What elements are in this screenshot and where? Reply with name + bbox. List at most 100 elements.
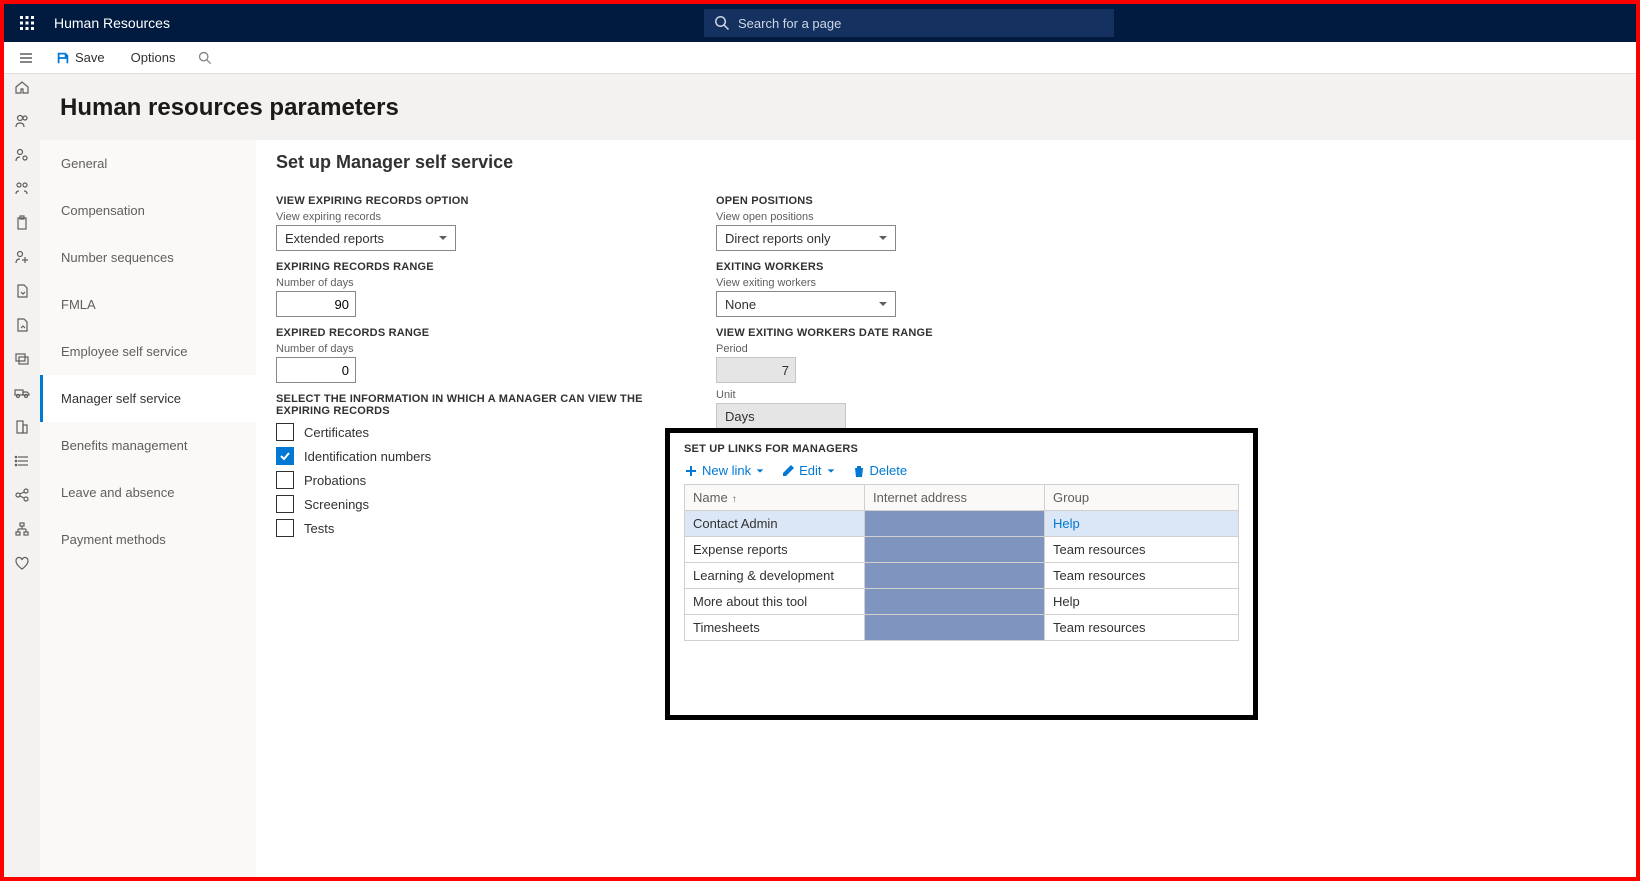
section-view-expiring-option: VIEW EXPIRING RECORDS OPTION (276, 195, 676, 207)
nav-toggle-icon[interactable] (12, 44, 40, 72)
rail-person-plus-icon[interactable] (4, 240, 40, 274)
col-name[interactable]: Name↑ (685, 485, 865, 511)
global-search[interactable] (704, 9, 1114, 37)
cell-name[interactable]: Learning & development (685, 563, 865, 589)
checkbox-box (276, 519, 294, 537)
label-view-expiring-records: View expiring records (276, 211, 676, 223)
checkbox-screenings[interactable]: Screenings (276, 495, 676, 513)
chevron-down-icon (877, 232, 889, 244)
cell-group[interactable]: Help (1045, 511, 1239, 537)
side-tab-manager-self-service[interactable]: Manager self service (40, 375, 256, 422)
cell-name[interactable]: More about this tool (685, 589, 865, 615)
input-expiring-days[interactable] (276, 291, 356, 317)
rail-home-icon[interactable] (4, 70, 40, 104)
rail-clipboard-icon[interactable] (4, 206, 40, 240)
table-row[interactable]: Learning & development Team resources (685, 563, 1239, 589)
select-view-exiting-workers-value: None (725, 297, 756, 312)
rail-heart-icon[interactable] (4, 546, 40, 580)
cell-group[interactable]: Team resources (1045, 563, 1239, 589)
edit-link-button[interactable]: Edit (781, 463, 835, 478)
cell-name[interactable]: Contact Admin (685, 511, 865, 537)
chevron-down-icon (437, 232, 449, 244)
side-tab-compensation[interactable]: Compensation (40, 187, 256, 234)
label-view-open-positions: View open positions (716, 211, 1116, 223)
select-view-open-positions-value: Direct reports only (725, 231, 830, 246)
side-tab-benefits-management[interactable]: Benefits management (40, 422, 256, 469)
trash-icon (852, 464, 866, 478)
plus-icon (684, 464, 698, 478)
table-row[interactable]: Contact Admin Help (685, 511, 1239, 537)
side-tab-leave-and-absence[interactable]: Leave and absence (40, 469, 256, 516)
checkbox-box (276, 471, 294, 489)
col-internet-address[interactable]: Internet address (865, 485, 1045, 511)
rail-doc-in-icon[interactable] (4, 274, 40, 308)
cell-internet-address[interactable] (865, 537, 1045, 563)
panel-heading: Set up Manager self service (276, 152, 1616, 173)
cell-group[interactable]: Team resources (1045, 537, 1239, 563)
page-title: Human resources parameters (40, 70, 1636, 136)
rail-doc-out-icon[interactable] (4, 308, 40, 342)
label-expired-days: Number of days (276, 343, 676, 355)
checkbox-label: Screenings (304, 497, 369, 512)
rail-list-icon[interactable] (4, 444, 40, 478)
table-row[interactable]: Timesheets Team resources (685, 615, 1239, 641)
rail-org-icon[interactable] (4, 172, 40, 206)
search-icon (714, 15, 730, 31)
search-input[interactable] (704, 9, 1114, 37)
links-grid[interactable]: Name↑ Internet address Group Contact Adm… (684, 484, 1239, 641)
select-view-exiting-workers[interactable]: None (716, 291, 896, 317)
table-row[interactable]: More about this tool Help (685, 589, 1239, 615)
rail-person-cog-icon[interactable] (4, 138, 40, 172)
left-column: VIEW EXPIRING RECORDS OPTION View expiri… (276, 185, 676, 543)
rail-building-icon[interactable] (4, 410, 40, 444)
input-period (716, 357, 796, 383)
section-exiting-date-range: VIEW EXITING WORKERS DATE RANGE (716, 327, 1116, 339)
rail-people-icon[interactable] (4, 104, 40, 138)
side-tab-general[interactable]: General (40, 140, 256, 187)
content: GeneralCompensationNumber sequencesFMLAE… (40, 140, 1636, 877)
cell-group[interactable]: Help (1045, 589, 1239, 615)
label-unit: Unit (716, 389, 1116, 401)
section-select-info: SELECT THE INFORMATION IN WHICH A MANAGE… (276, 393, 676, 417)
options-button[interactable]: Options (121, 44, 186, 72)
save-button[interactable]: Save (46, 44, 115, 72)
cell-internet-address[interactable] (865, 615, 1045, 641)
select-view-expiring-records[interactable]: Extended reports (276, 225, 456, 251)
main-panel: Set up Manager self service VIEW EXPIRIN… (256, 140, 1636, 877)
new-link-button[interactable]: New link (684, 463, 765, 478)
edit-icon (781, 464, 795, 478)
rail-share-icon[interactable] (4, 478, 40, 512)
left-rail (4, 70, 40, 580)
select-view-expiring-records-value: Extended reports (285, 231, 384, 246)
cell-internet-address[interactable] (865, 563, 1045, 589)
checkbox-tests[interactable]: Tests (276, 519, 676, 537)
rail-hierarchy-icon[interactable] (4, 512, 40, 546)
rail-cards-icon[interactable] (4, 342, 40, 376)
select-view-open-positions[interactable]: Direct reports only (716, 225, 896, 251)
cell-internet-address[interactable] (865, 511, 1045, 537)
toolbar-search-icon[interactable] (191, 44, 219, 72)
delete-link-label: Delete (870, 463, 908, 478)
side-tab-payment-methods[interactable]: Payment methods (40, 516, 256, 563)
checkbox-probations[interactable]: Probations (276, 471, 676, 489)
side-tab-employee-self-service[interactable]: Employee self service (40, 328, 256, 375)
checkbox-certificates[interactable]: Certificates (276, 423, 676, 441)
cell-name[interactable]: Timesheets (685, 615, 865, 641)
checkbox-box (276, 495, 294, 513)
side-tabs: GeneralCompensationNumber sequencesFMLAE… (40, 140, 256, 877)
delete-link-button[interactable]: Delete (852, 463, 908, 478)
side-tab-fmla[interactable]: FMLA (40, 281, 256, 328)
table-row[interactable]: Expense reports Team resources (685, 537, 1239, 563)
cell-internet-address[interactable] (865, 589, 1045, 615)
checkbox-identification-numbers[interactable]: Identification numbers (276, 447, 676, 465)
side-tab-number-sequences[interactable]: Number sequences (40, 234, 256, 281)
rail-truck-icon[interactable] (4, 376, 40, 410)
links-for-managers-section: SET UP LINKS FOR MANAGERS New link Edit (665, 428, 1258, 720)
input-unit: Days (716, 403, 846, 429)
input-expired-days[interactable] (276, 357, 356, 383)
cell-group[interactable]: Team resources (1045, 615, 1239, 641)
sort-asc-icon: ↑ (732, 494, 737, 505)
col-group[interactable]: Group (1045, 485, 1239, 511)
app-launcher-icon[interactable] (12, 8, 42, 38)
cell-name[interactable]: Expense reports (685, 537, 865, 563)
